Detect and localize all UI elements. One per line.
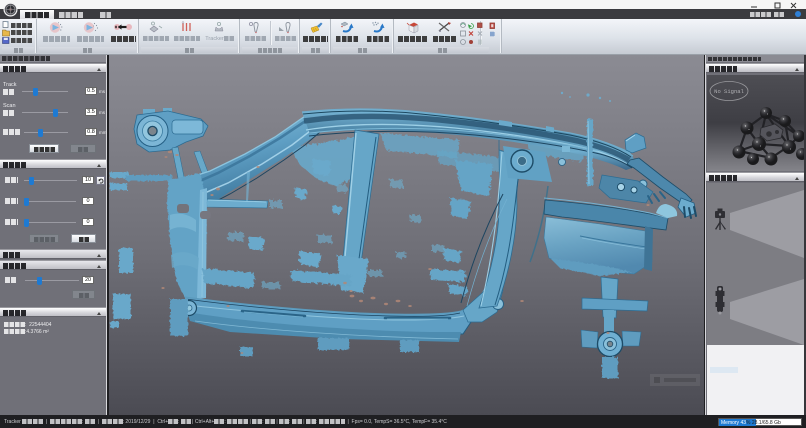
- svg-text:No Signal: No Signal: [714, 88, 744, 95]
